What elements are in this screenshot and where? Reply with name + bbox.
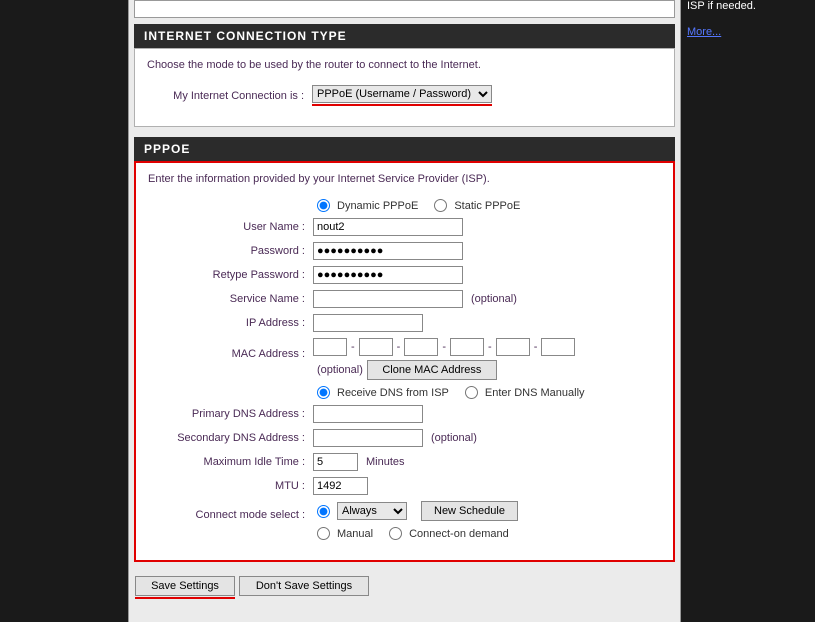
ip-label: IP Address : bbox=[148, 317, 313, 329]
idle-input[interactable] bbox=[313, 453, 358, 471]
mtu-input[interactable] bbox=[313, 477, 368, 495]
service-input[interactable] bbox=[313, 290, 463, 308]
label-dynamic-pppoe: Dynamic PPPoE bbox=[337, 200, 418, 212]
radio-enter-dns[interactable] bbox=[465, 386, 478, 399]
radio-dynamic-pppoe[interactable] bbox=[317, 199, 330, 212]
label-enter-dns: Enter DNS Manually bbox=[485, 387, 585, 399]
connect-mode-label: Connect mode select : bbox=[148, 509, 313, 521]
idle-label: Maximum Idle Time : bbox=[148, 456, 313, 468]
service-label: Service Name : bbox=[148, 293, 313, 305]
secondary-dns-label: Secondary DNS Address : bbox=[148, 432, 313, 444]
mac-3[interactable] bbox=[404, 338, 438, 356]
left-gutter bbox=[0, 0, 128, 622]
retype-input[interactable] bbox=[313, 266, 463, 284]
mac-2[interactable] bbox=[359, 338, 393, 356]
primary-dns-label: Primary DNS Address : bbox=[148, 408, 313, 420]
primary-dns-input[interactable] bbox=[313, 405, 423, 423]
connection-type-intro: Choose the mode to be used by the router… bbox=[147, 59, 662, 71]
select-always[interactable]: Always bbox=[337, 502, 407, 520]
isp-hint: ISP if needed. bbox=[687, 0, 809, 12]
password-input[interactable] bbox=[313, 242, 463, 260]
clone-mac-button[interactable]: Clone MAC Address bbox=[367, 360, 497, 380]
mac-label: MAC Address : bbox=[148, 348, 313, 360]
mac-4[interactable] bbox=[450, 338, 484, 356]
bottom-buttons: Save Settings Don't Save Settings bbox=[129, 572, 680, 603]
pppoe-intro: Enter the information provided by your I… bbox=[148, 173, 661, 185]
more-link[interactable]: More... bbox=[687, 26, 721, 38]
mac-optional: (optional) bbox=[317, 364, 363, 376]
secondary-dns-optional: (optional) bbox=[431, 432, 477, 444]
conn-select[interactable]: PPPoE (Username / Password) bbox=[312, 85, 492, 103]
username-label: User Name : bbox=[148, 221, 313, 233]
dont-save-button[interactable]: Don't Save Settings bbox=[239, 576, 369, 596]
retype-label: Retype Password : bbox=[148, 269, 313, 281]
panel-connection-type: INTERNET CONNECTION TYPE Choose the mode… bbox=[134, 24, 675, 127]
new-schedule-button[interactable]: New Schedule bbox=[421, 501, 518, 521]
mac-1[interactable] bbox=[313, 338, 347, 356]
secondary-dns-input[interactable] bbox=[313, 429, 423, 447]
mtu-label: MTU : bbox=[148, 480, 313, 492]
save-button[interactable]: Save Settings bbox=[135, 576, 235, 596]
panel-pppoe: PPPOE Enter the information provided by … bbox=[134, 137, 675, 562]
service-optional: (optional) bbox=[471, 293, 517, 305]
radio-static-pppoe[interactable] bbox=[434, 199, 447, 212]
ip-input[interactable] bbox=[313, 314, 423, 332]
panel-header-pppoe: PPPOE bbox=[134, 137, 675, 161]
conn-label: My Internet Connection is : bbox=[147, 90, 312, 102]
right-help: ISP if needed. More... bbox=[681, 0, 815, 622]
mac-5[interactable] bbox=[496, 338, 530, 356]
mac-6[interactable] bbox=[541, 338, 575, 356]
panel-header-connection-type: INTERNET CONNECTION TYPE bbox=[134, 24, 675, 48]
top-box bbox=[134, 0, 675, 18]
idle-minutes: Minutes bbox=[366, 456, 405, 468]
username-input[interactable] bbox=[313, 218, 463, 236]
main-content: INTERNET CONNECTION TYPE Choose the mode… bbox=[128, 0, 681, 622]
password-label: Password : bbox=[148, 245, 313, 257]
radio-receive-dns[interactable] bbox=[317, 386, 330, 399]
label-manual: Manual bbox=[337, 528, 373, 540]
radio-manual[interactable] bbox=[317, 527, 330, 540]
label-receive-dns: Receive DNS from ISP bbox=[337, 387, 449, 399]
label-static-pppoe: Static PPPoE bbox=[454, 200, 520, 212]
radio-ondemand[interactable] bbox=[389, 527, 402, 540]
label-ondemand: Connect-on demand bbox=[409, 528, 509, 540]
radio-always[interactable] bbox=[317, 505, 330, 518]
